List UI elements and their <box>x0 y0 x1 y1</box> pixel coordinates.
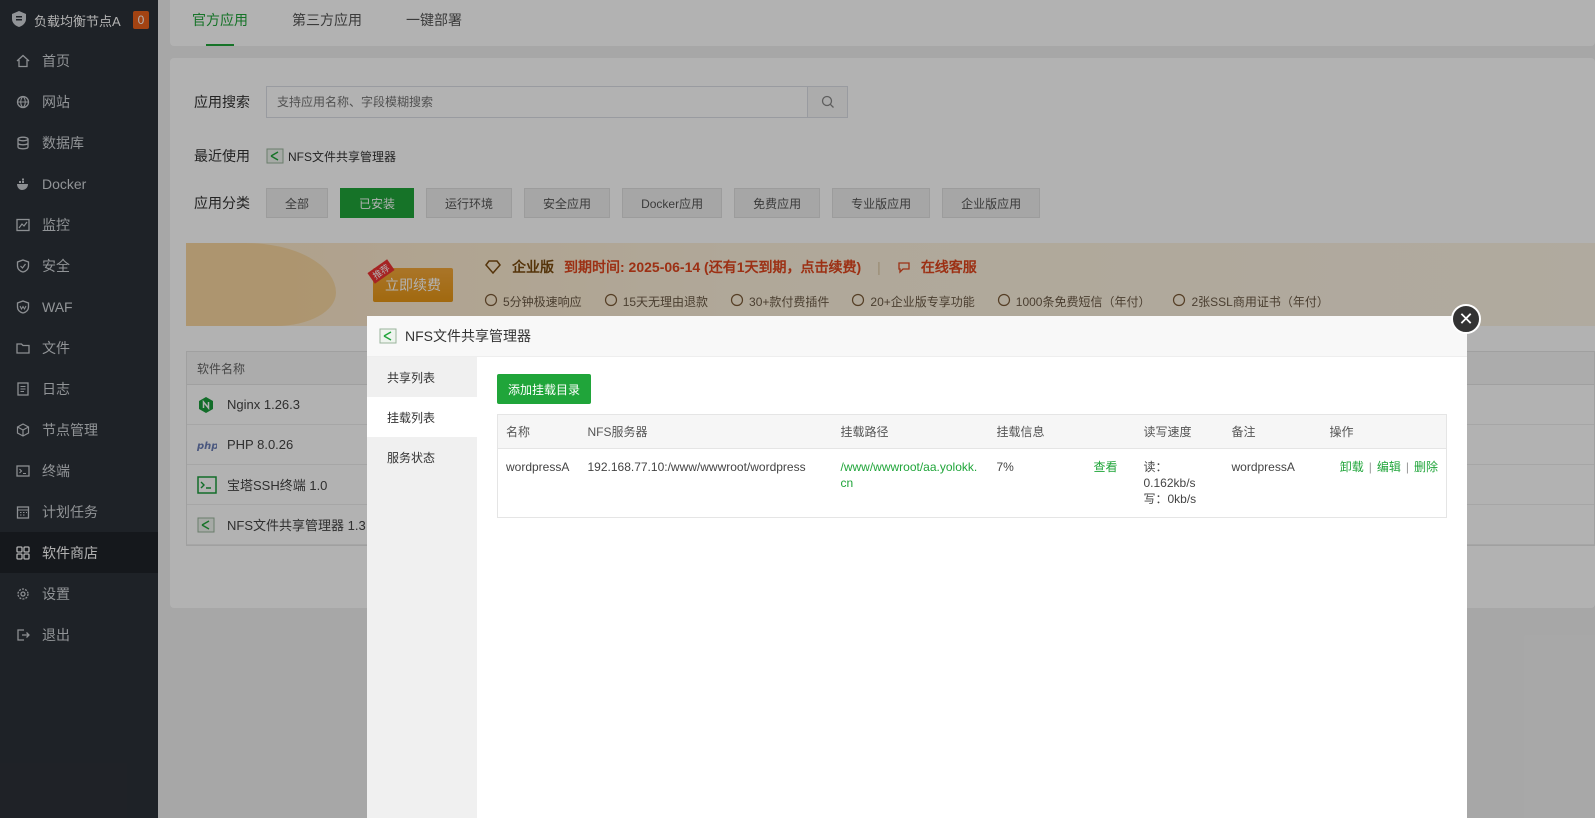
edit-link[interactable]: 编辑 <box>1377 460 1401 474</box>
delete-link[interactable]: 删除 <box>1414 460 1438 474</box>
write-speed: 写：0kb/s <box>1143 492 1197 506</box>
mount-path[interactable]: /www/wwwroot/aa.yolokk.cn <box>841 460 978 490</box>
unmount-link[interactable]: 卸载 <box>1340 460 1364 474</box>
col-actions: 操作 <box>1321 414 1447 449</box>
col-mount-info: 挂载信息 <box>988 414 1136 449</box>
mount-server: 192.168.77.10:/www/wwwroot/wordpress <box>587 460 806 474</box>
col-name: 名称 <box>497 414 580 449</box>
nfs-manager-dialog: NFS文件共享管理器 共享列表 挂载列表 服务状态 添加挂载目录 名称 NFS服… <box>367 316 1467 818</box>
col-rw-speed: 读写速度 <box>1135 414 1224 449</box>
mount-table: 名称 NFS服务器 挂载路径 挂载信息 读写速度 备注 操作 wordpress… <box>497 414 1447 518</box>
mount-remark: wordpressA <box>1231 460 1295 474</box>
actions-cell: 卸载 | 编辑 | 删除 <box>1322 449 1447 518</box>
close-dialog-button[interactable]: ✕ <box>1451 304 1481 334</box>
col-nfs-server: NFS服务器 <box>579 414 833 449</box>
dialog-title: NFS文件共享管理器 <box>405 328 531 344</box>
mount-usage: 7% <box>996 460 1014 474</box>
divider: | <box>1405 460 1409 474</box>
mount-list-panel: 添加挂载目录 名称 NFS服务器 挂载路径 挂载信息 读写速度 备注 操作 wo… <box>497 374 1447 518</box>
mount-name: wordpressA <box>506 460 570 474</box>
add-mount-button[interactable]: 添加挂载目录 <box>497 374 592 404</box>
close-icon: ✕ <box>1458 309 1474 329</box>
col-remark: 备注 <box>1223 414 1322 449</box>
dialog-header: NFS文件共享管理器 <box>367 316 1467 357</box>
read-speed: 读：0.162kb/s <box>1143 460 1196 490</box>
dialog-side-menu: 共享列表 挂载列表 服务状态 <box>367 357 477 818</box>
side-tab-service-status[interactable]: 服务状态 <box>367 437 477 477</box>
rw-speed-cell: 读：0.162kb/s 写：0kb/s <box>1136 449 1224 518</box>
divider: | <box>1368 460 1372 474</box>
table-row: wordpressA 192.168.77.10:/www/wwwroot/wo… <box>498 449 1447 518</box>
nfs-app-icon <box>379 328 397 344</box>
side-tab-share-list[interactable]: 共享列表 <box>367 357 477 397</box>
mount-table-header: 名称 NFS服务器 挂载路径 挂载信息 读写速度 备注 操作 <box>497 414 1447 449</box>
mount-info-cell: 7% 查看 <box>989 449 1136 518</box>
view-link[interactable]: 查看 <box>1093 459 1117 475</box>
side-tab-mount-list[interactable]: 挂载列表 <box>367 397 477 437</box>
col-mount-path: 挂载路径 <box>832 414 989 449</box>
mount-path-link[interactable]: /www/wwwroot/aa.yolokk.cn <box>833 449 989 518</box>
